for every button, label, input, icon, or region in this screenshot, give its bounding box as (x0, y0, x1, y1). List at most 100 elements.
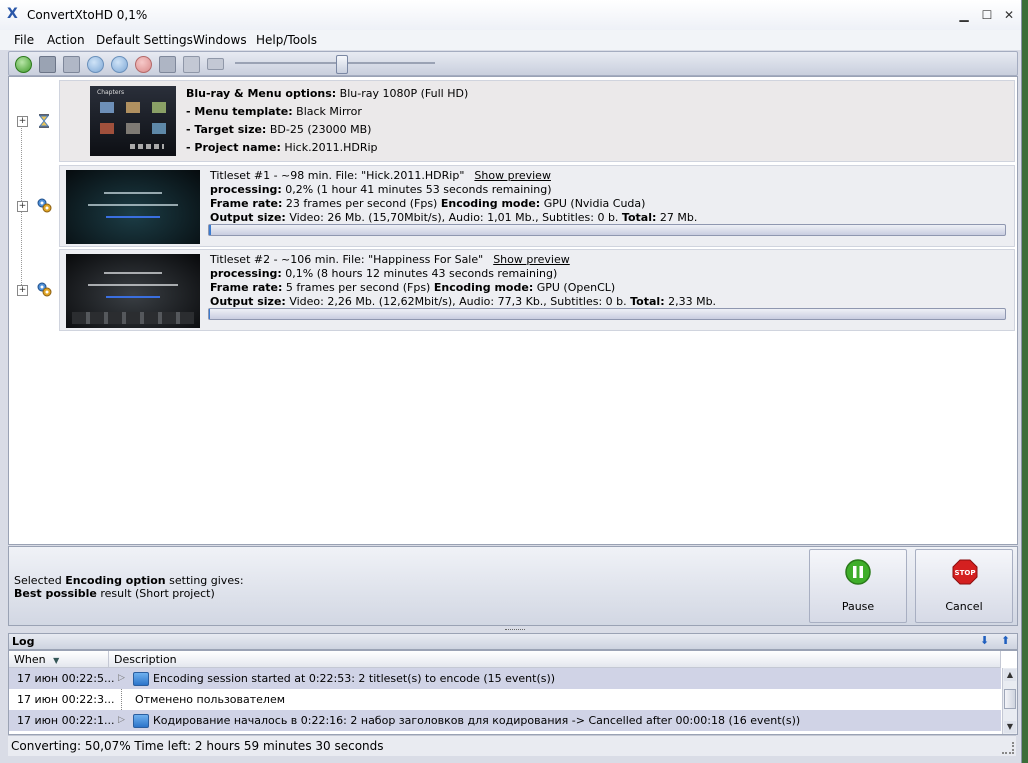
log-row-description: Отменено пользователем (135, 693, 286, 706)
delete-icon[interactable] (135, 56, 152, 73)
cancel-button[interactable]: STOP Cancel (915, 549, 1013, 623)
pause-button-label: Pause (841, 600, 875, 613)
titleset-2-show-preview-link[interactable]: Show preview (493, 253, 570, 266)
log-column-description[interactable]: Description (109, 651, 1001, 668)
blu-ray-options-value: Blu-ray 1080P (Full HD) (336, 87, 469, 100)
result-quality-suffix: result (Short project) (96, 587, 215, 600)
progress-fill (209, 225, 211, 235)
titleset-row[interactable]: Titleset #2 - ~106 min. File: "Happiness… (59, 249, 1015, 331)
grid-icon[interactable] (63, 56, 80, 73)
processing-label: processing: (210, 183, 282, 196)
scroll-down-arrow-icon[interactable]: ⬇ (978, 634, 991, 647)
close-button[interactable]: ✕ (1001, 7, 1017, 23)
monitor-icon[interactable] (207, 58, 224, 70)
add-icon[interactable] (15, 56, 32, 73)
encoding-mode-label: Encoding mode: (440, 197, 541, 210)
menu-template-thumbnail: Chapters (90, 86, 176, 156)
download-icon[interactable] (87, 56, 104, 73)
zoom-slider-track[interactable] (235, 62, 435, 64)
app-window: X ConvertXtoHD 0,1% ▁ ☐ ✕ File Action De… (0, 0, 1022, 763)
scroll-up-arrow-icon[interactable]: ⬆ (999, 634, 1012, 647)
log-column-when-label: When (14, 653, 46, 666)
thumbnail-text-line (88, 284, 178, 286)
thumbnail-text-line (104, 272, 162, 274)
project-expander[interactable]: + (17, 116, 28, 127)
menu-action[interactable]: Action (47, 33, 85, 47)
titleset-row[interactable]: Titleset #1 - ~98 min. File: "Hick.2011.… (59, 165, 1015, 247)
chapter-thumb (152, 102, 166, 113)
log-row-when: 17 июн 00:22:3... (17, 693, 115, 706)
project-name-value: Hick.2011.HDRip (280, 141, 378, 154)
chapter-thumb (100, 102, 114, 113)
scroll-up-icon[interactable]: ▲ (1004, 669, 1016, 681)
resize-grip[interactable] (1002, 742, 1014, 754)
project-tree: + Chapters Blu-ray & Menu options: Blu-r… (8, 76, 1018, 545)
total-value: 27 Mb. (656, 211, 698, 224)
project-name-label: - Project name: (186, 141, 281, 154)
log-column-when[interactable]: When ▼ (9, 651, 109, 668)
menu-help-tools[interactable]: Help/Tools (256, 33, 317, 47)
menu-windows[interactable]: Windows (193, 33, 247, 47)
hourglass-icon (38, 114, 50, 128)
total-label: Total: (621, 211, 657, 224)
encoding-summary-bold: Encoding option (65, 574, 166, 587)
session-icon (133, 714, 149, 728)
titleset-2-expander[interactable]: + (17, 285, 28, 296)
expand-triangle-icon[interactable]: ▷ (118, 710, 125, 731)
pause-button[interactable]: Pause (809, 549, 907, 623)
encoding-summary-suffix: setting gives: (165, 574, 244, 587)
titleset-1-progress-bar (208, 224, 1006, 236)
expand-triangle-icon[interactable]: ▷ (118, 668, 125, 689)
encoding-summary-prefix: Selected (14, 574, 66, 587)
zoom-slider-thumb[interactable] (336, 55, 348, 74)
frame-rate-value: 23 frames per second (Fps) (282, 197, 441, 210)
maximize-button[interactable]: ☐ (979, 7, 995, 23)
menu-default-settings[interactable]: Default Settings (96, 33, 193, 47)
title-bar: X ConvertXtoHD 0,1% ▁ ☐ ✕ (0, 0, 1021, 30)
log-table: When ▼ Description 17 июн 00:22:5... ▷ E… (8, 650, 1018, 735)
output-size-value: Video: 26 Mb. (15,70Mbit/s), Audio: 1,01… (285, 211, 622, 224)
project-row[interactable]: Chapters Blu-ray & Menu options: Blu-ray… (59, 80, 1015, 162)
wrench-icon[interactable] (159, 56, 176, 73)
thumbnail-text-line (88, 204, 178, 206)
chapter-thumb (100, 123, 114, 134)
upload-icon[interactable] (111, 56, 128, 73)
log-scrollbar[interactable]: ▲ ▼ (1002, 668, 1017, 734)
stop-sign-text: STOP (955, 569, 976, 577)
progress-fill (209, 309, 210, 319)
processing-value: 0,1% (8 hours 12 minutes 43 seconds rema… (281, 267, 558, 280)
window-title: ConvertXtoHD 0,1% (27, 8, 148, 22)
encoding-mode-value: GPU (OpenCL) (533, 281, 616, 294)
session-icon (133, 672, 149, 686)
titleset-2-info: Titleset #2 - ~106 min. File: "Happiness… (210, 253, 716, 309)
log-row[interactable]: 17 июн 00:22:1... ▷ Кодирование началось… (9, 710, 1001, 731)
frame-rate-label: Frame rate: (210, 281, 283, 294)
menu-file[interactable]: File (14, 33, 34, 47)
thumbnail-link-line (106, 296, 160, 298)
thumbnail-table-row (72, 312, 194, 324)
titleset-1-show-preview-link[interactable]: Show preview (474, 169, 551, 182)
output-size-value: Video: 2,26 Mb. (12,62Mbit/s), Audio: 77… (285, 295, 631, 308)
encoding-mode-value: GPU (Nvidia Cuda) (540, 197, 646, 210)
frame-rate-value: 5 frames per second (Fps) (282, 281, 434, 294)
titleset-1-thumbnail (66, 170, 200, 244)
total-value: 2,33 Mb. (664, 295, 717, 308)
log-row[interactable]: 17 июн 00:22:5... ▷ Encoding session sta… (9, 668, 1001, 689)
menu-template-value: Black Mirror (292, 105, 362, 118)
menu-buttons-strip (130, 144, 164, 149)
save-icon[interactable] (39, 56, 56, 73)
document-icon[interactable] (183, 56, 200, 73)
chapter-thumb (126, 123, 140, 134)
log-row[interactable]: 17 июн 00:22:3... Отменено пользователем (9, 689, 1001, 710)
minimize-button[interactable]: ▁ (956, 7, 972, 23)
log-column-description-label: Description (114, 653, 177, 666)
encoding-gears-icon (37, 198, 52, 213)
scrollbar-thumb[interactable] (1004, 689, 1016, 709)
titleset-1-expander[interactable]: + (17, 201, 28, 212)
target-size-value: BD-25 (23000 MB) (266, 123, 372, 136)
encoding-option-summary: Selected Encoding option setting gives: … (14, 574, 244, 600)
scroll-down-icon[interactable]: ▼ (1004, 721, 1016, 733)
output-size-label: Output size: (210, 211, 286, 224)
processing-value: 0,2% (1 hour 41 minutes 53 seconds remai… (281, 183, 552, 196)
project-info: Blu-ray & Menu options: Blu-ray 1080P (F… (186, 87, 468, 155)
